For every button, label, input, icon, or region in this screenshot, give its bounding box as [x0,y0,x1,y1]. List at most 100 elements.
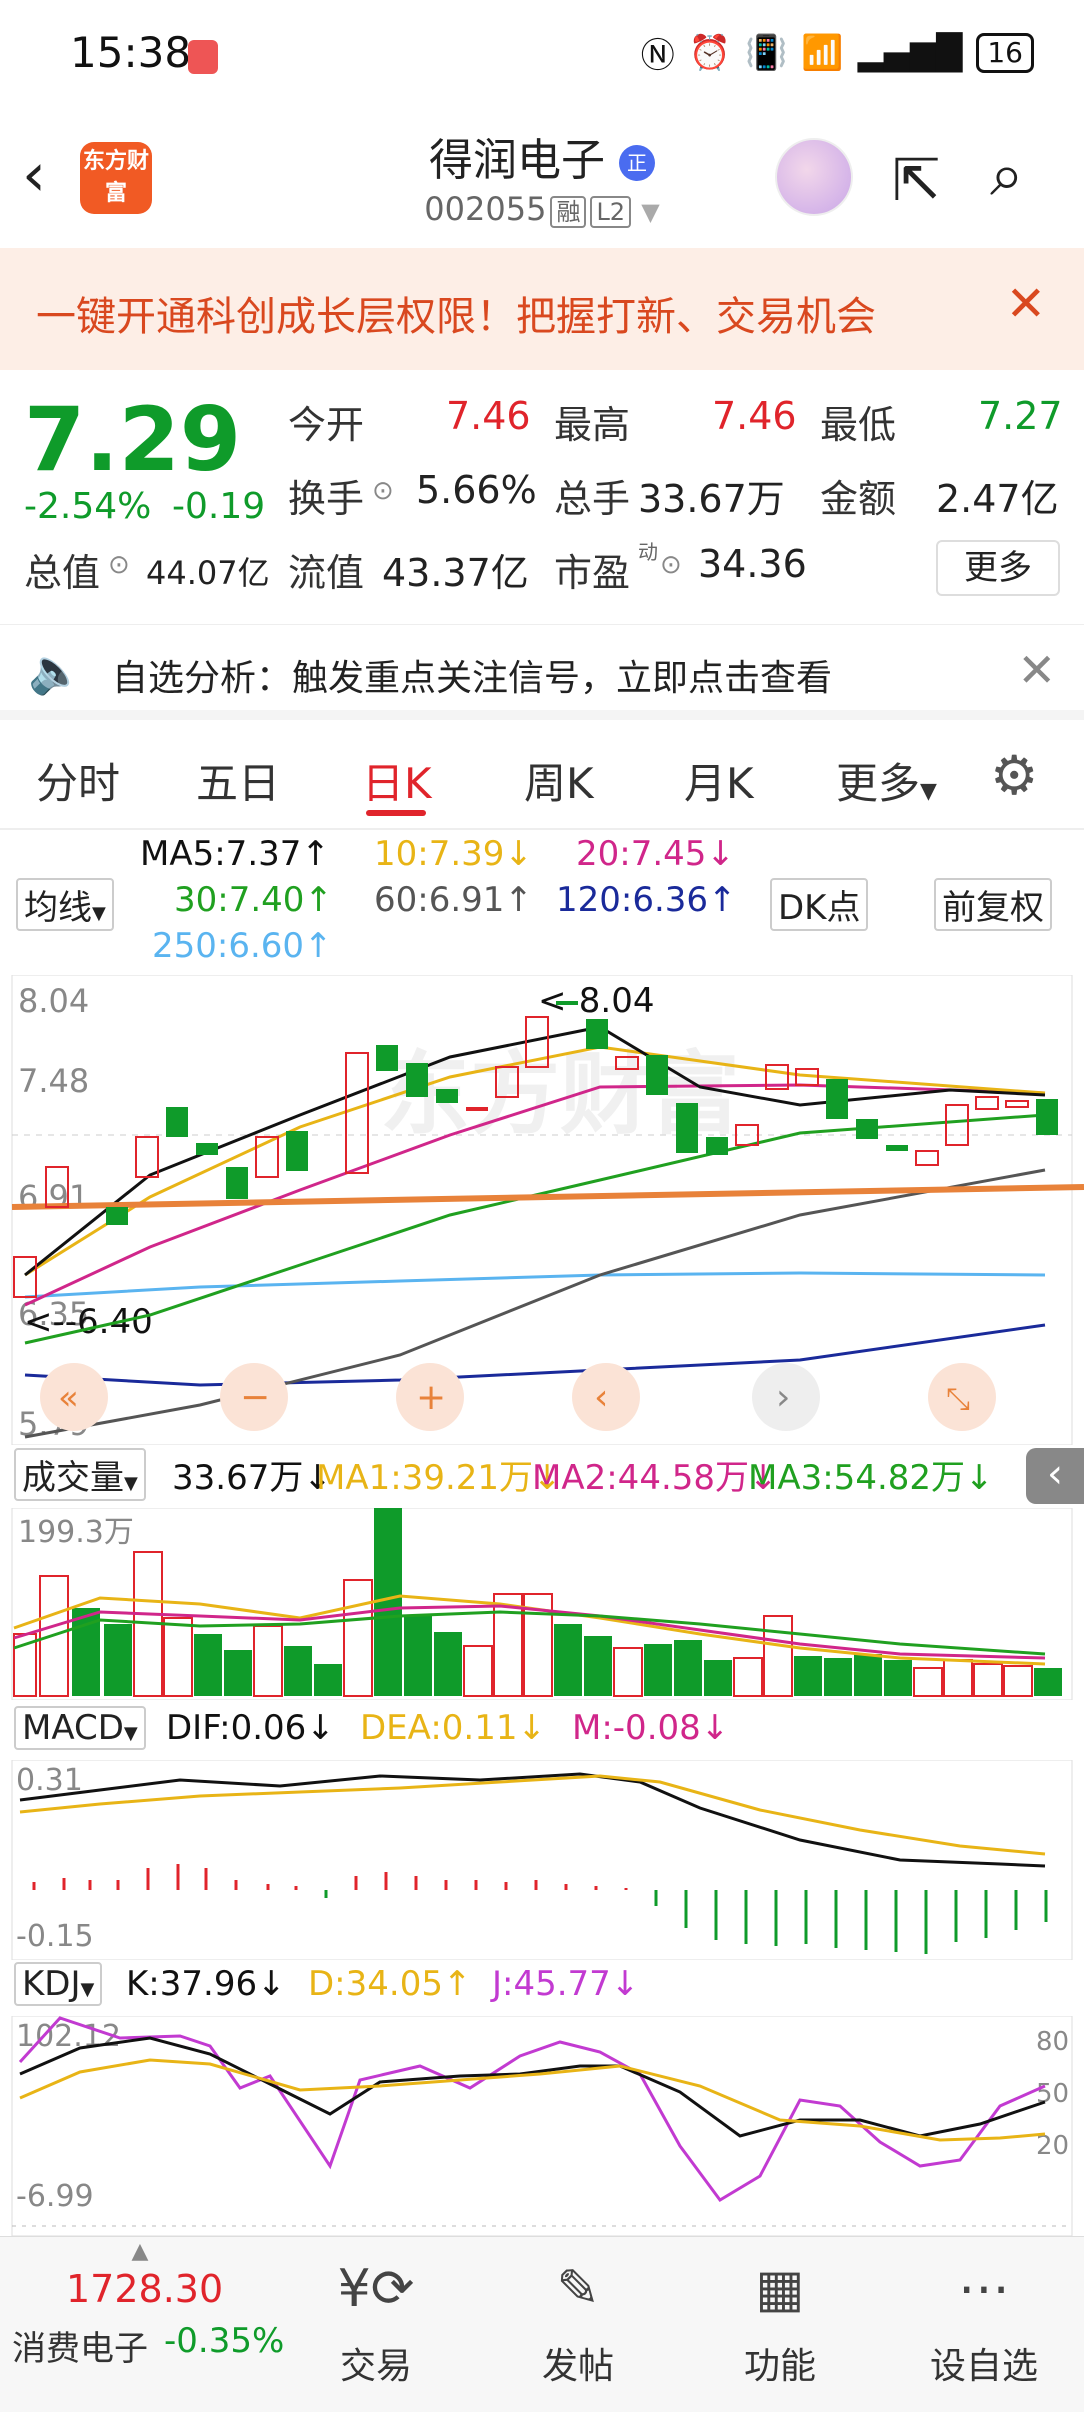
status-bar: 15:38 Ⓝ ⏰ 📳 📶 ▂▄▆█ 16 [0,0,1084,110]
sector-index-value[interactable]: 1728.30 [66,2267,223,2311]
macd-m: M:-0.08↓ [572,1708,730,1748]
macd-bars [32,1864,1048,1954]
battery-icon: 16 [976,32,1034,73]
kdj-k: K:37.96↓ [126,1964,286,2004]
ma-selector[interactable]: 均线▼ [16,878,114,931]
tab-underline [366,810,426,816]
float-value: 43.37亿 [382,551,529,595]
ma10-value: 10:7.39↓ [374,834,533,874]
sector-change: -0.35% [164,2321,285,2361]
volume-y-top: 199.3万 [18,1515,134,1550]
notification-icon [188,40,218,74]
more-dots-icon[interactable]: ⋯ [904,2259,1064,2319]
ma60-value: 60:6.91↑ [374,880,533,920]
post-button[interactable]: 发帖 [498,2337,658,2389]
low-value: 7.27 [978,394,1063,438]
turnover-value: 5.66% [416,468,537,512]
alarm-icon: ⏰ [688,32,732,73]
chevron-down-icon: ▼ [124,1473,138,1494]
expand-icon: ⤡ [946,1382,970,1417]
amount-value: 2.47亿 [936,477,1059,521]
change-value: -0.19 [172,486,266,527]
stock-code-text: 002055 [424,190,547,228]
tab-minute[interactable]: 分时 [36,750,120,811]
y-tick-top: 8.04 [18,982,89,1020]
macd-chart: 0.31 -0.15 [11,1760,1073,1960]
function-button[interactable]: 功能 [700,2337,860,2389]
volume-value: 33.67万 [638,477,785,521]
chevron-up-icon[interactable]: ▲ [0,2239,280,2264]
kline-chart[interactable]: 8.04 7.48 6.91 6.35 5.79 东方财富 <-8.04 <--… [0,975,1084,1445]
macd-selector[interactable]: MACD▼ [14,1706,146,1750]
minus-icon: − [240,1377,270,1418]
mktcap-label: 总值 [24,551,101,595]
gear-icon[interactable]: ⚙ [990,744,1038,807]
chevron-down-icon: ▼ [641,198,660,226]
tab-monthly-k[interactable]: 月K [684,750,754,811]
kdj-j: J:45.77↓ [492,1964,640,2004]
volume-selector[interactable]: 成交量▼ [14,1448,146,1501]
macd-legend: MACD▼ DIF:0.06↓ DEA:0.11↓ M:-0.08↓ [0,1706,1084,1756]
quote-panel: 7.29 -2.54% -0.19 今开 7.46 最高 7.46 最低 7.2… [0,370,1084,624]
macd-selector-label: MACD [22,1708,124,1748]
float-label: 流值 [288,551,365,595]
share-icon[interactable]: ⇱ [892,146,941,214]
promo-banner[interactable]: 一键开通科创成长层权限！把握打新、交易机会 ✕ [0,248,1084,370]
adjust-button[interactable]: 前复权 [934,878,1052,931]
assistant-robot-icon[interactable] [775,138,853,216]
signal-icon: ▂▄▆█ [857,32,963,73]
chevron-down-icon: ▼ [80,1979,95,2000]
info-icon[interactable]: ⊙ [372,476,394,506]
tab-daily-k[interactable]: 日K [362,750,432,811]
chevron-right-icon: › [776,1377,790,1418]
ma-selector-label: 均线 [24,888,92,928]
volume-chart: 199.3万 [11,1508,1073,1700]
kdj-y-bottom: -6.99 [16,2179,94,2214]
tab-five-day[interactable]: 五日 [196,750,280,811]
close-icon[interactable]: ✕ [1017,643,1056,697]
chart-tabs: 分时 五日 日K 周K 月K 更多▼ ⚙ [0,730,1084,830]
notice-text: 自选分析：触发重点关注信号，立即点击查看 [112,658,833,699]
macd-dif: DIF:0.06↓ [166,1708,335,1748]
trade-icon[interactable]: ¥⟳ [296,2259,456,2319]
tab-weekly-k[interactable]: 周K [524,750,594,811]
dk-point-button[interactable]: DK点 [770,878,869,931]
search-icon[interactable]: ⌕ [990,140,1024,210]
info-icon[interactable]: ⊙ [108,550,130,580]
chevron-left-icon: ‹ [594,1377,608,1418]
close-icon[interactable]: ✕ [1006,276,1046,332]
high-value: 7.46 [712,394,797,438]
chevron-down-icon: ▼ [92,903,106,924]
macd-dea: DEA:0.11↓ [360,1708,546,1748]
tab-more[interactable]: 更多▼ [836,750,937,811]
sector-name[interactable]: 消费电子 [12,2321,148,2370]
ma30-value: 30:7.40↑ [174,880,333,920]
ma250-value: 250:6.60↑ [152,926,333,966]
kdj-legend: KDJ▼ K:37.96↓ D:34.05↑ J:45.77↓ [0,1962,1084,2012]
more-button[interactable]: 更多 [936,540,1060,596]
kdj-chart: 102.12 -6.99 80 50 20 [11,2016,1073,2236]
speaker-icon: 🔈 [28,646,83,697]
promo-banner-text: 一键开通科创成长层权限！把握打新、交易机会 [36,294,876,340]
add-watchlist-button[interactable]: 设自选 [904,2337,1064,2389]
post-icon[interactable]: ✎ [498,2259,658,2319]
low-label: 最低 [820,403,897,447]
open-label: 今开 [288,403,365,447]
bottom-bar: ▲ 1728.30 消费电子 -0.35% ¥⟳ 交易 ✎ 发帖 ▦ 功能 ⋯ … [0,2236,1084,2412]
y-tick-low1: 6.91 [18,1178,89,1216]
notice-bar[interactable]: 🔈 自选分析：触发重点关注信号，立即点击查看 ✕ [0,624,1084,720]
margin-badge: 融 [550,196,587,228]
volume-ma2: MA2:44.58万↓ [532,1458,778,1498]
kdj-selector[interactable]: KDJ▼ [14,1962,103,2006]
collapse-panel-icon[interactable]: ‹ [1026,1448,1084,1504]
ma-legend: MA5:7.37↑ 10:7.39↓ 20:7.45↓ 均线▼ 30:7.40↑… [0,830,1084,970]
high-label: 最高 [554,403,631,447]
trade-button[interactable]: 交易 [296,2337,456,2389]
change-percent: -2.54% [24,486,152,527]
nfc-icon: Ⓝ [640,36,675,76]
info-icon[interactable]: ⊙ [660,550,682,580]
volume-ma1: MA1:39.21万↓ [316,1458,562,1498]
chevron-down-icon: ▼ [920,779,937,804]
function-grid-icon[interactable]: ▦ [700,2259,860,2319]
open-value: 7.46 [446,394,531,438]
